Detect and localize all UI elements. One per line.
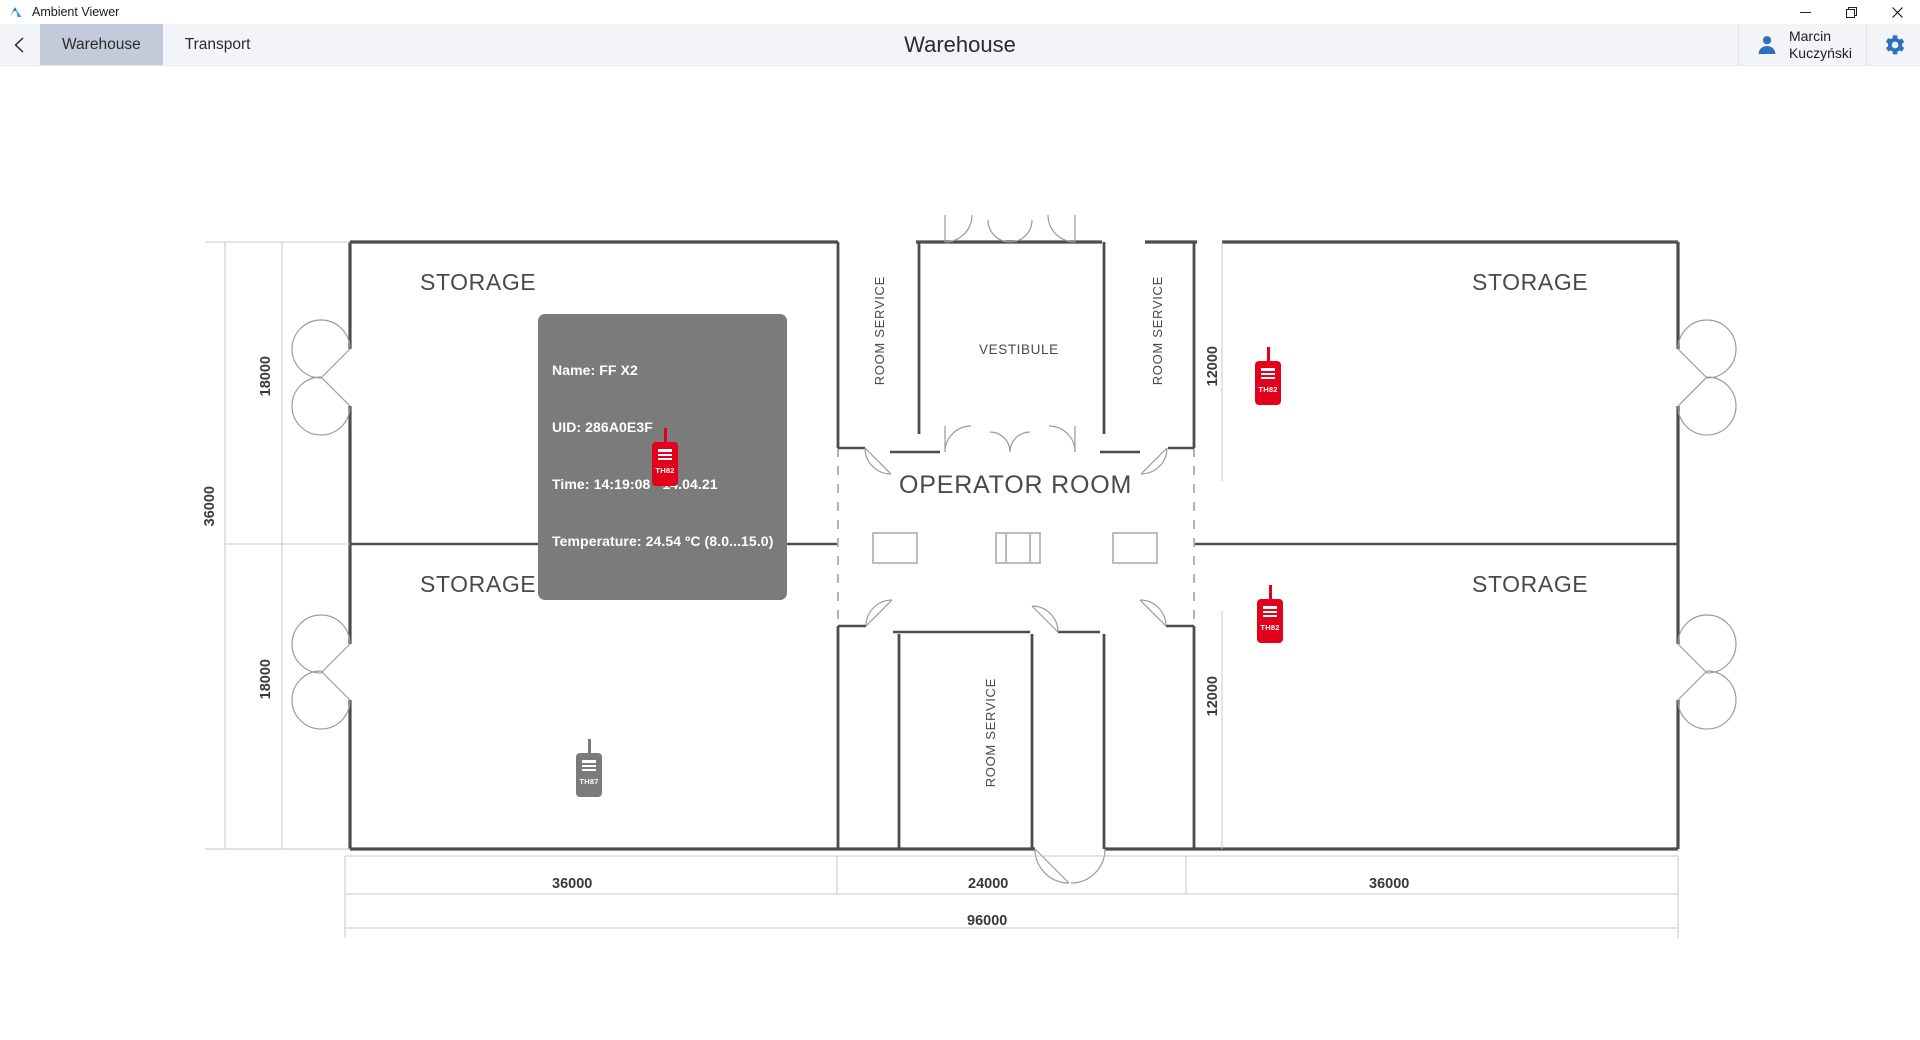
- sensor-marker-bottom-right[interactable]: TH82: [1253, 585, 1287, 643]
- sensor-body-icon: TH82: [1257, 599, 1283, 643]
- sensor-body-icon: TH87: [576, 753, 602, 797]
- sensor-display-icon: [1261, 368, 1275, 379]
- room-label-vestibule: VESTIBULE: [979, 342, 1059, 357]
- maximize-button[interactable]: [1828, 0, 1874, 24]
- sensor-tag-label: TH82: [1260, 623, 1280, 632]
- dimension-right-top: 12000: [1205, 346, 1221, 387]
- room-label-storage-bottom-right: STORAGE: [1472, 571, 1589, 597]
- tab-warehouse[interactable]: Warehouse: [40, 24, 163, 65]
- sensor-body-icon: TH82: [1255, 361, 1281, 405]
- room-label-storage-bottom-left: STORAGE: [420, 571, 537, 597]
- sensor-marker-bottom-left[interactable]: TH87: [572, 739, 606, 797]
- sensor-tag-label: TH82: [1258, 385, 1278, 394]
- dimension-bottom-right: 36000: [1369, 876, 1410, 892]
- room-label-room-service-top-right: ROOM SERVICE: [1150, 276, 1165, 386]
- ambient-logo-icon: [8, 4, 24, 20]
- page-title: Warehouse: [904, 31, 1016, 57]
- dimension-bottom-left: 36000: [552, 876, 593, 892]
- tab-warehouse-label: Warehouse: [62, 35, 141, 53]
- user-account[interactable]: Marcin Kuczyński: [1737, 24, 1866, 65]
- window-controls: [1782, 0, 1920, 24]
- dimension-left-bottom: 18000: [258, 659, 274, 700]
- room-label-operator-room: OPERATOR ROOM: [899, 471, 1133, 499]
- tooltip-temperature: Temperature: 24.54 ºC (8.0...15.0): [552, 533, 774, 549]
- dimension-bottom-center: 24000: [968, 876, 1009, 892]
- dimension-left-top: 18000: [258, 356, 274, 397]
- tab-transport-label: Transport: [184, 35, 251, 53]
- sensor-display-icon: [658, 449, 672, 460]
- window-titlebar: Ambient Viewer: [0, 0, 1920, 24]
- back-button[interactable]: [0, 24, 40, 65]
- room-label-storage-top-right: STORAGE: [1472, 269, 1589, 295]
- dimension-bottom-total: 96000: [967, 913, 1008, 929]
- dimension-left-total: 36000: [202, 486, 218, 527]
- sensor-marker-top-right[interactable]: TH82: [1251, 347, 1285, 405]
- user-name-label: Marcin Kuczyński: [1788, 27, 1852, 61]
- room-label-storage-top-left: STORAGE: [420, 269, 537, 295]
- floorplan-drawing: [205, 214, 1737, 938]
- room-label-room-service-bottom: ROOM SERVICE: [983, 678, 998, 788]
- app-header: Warehouse Transport Warehouse Marcin Kuc…: [0, 24, 1920, 66]
- sensor-body-icon: TH82: [652, 442, 678, 486]
- sensor-display-icon: [582, 760, 596, 771]
- floorplan-canvas[interactable]: STORAGE STORAGE STORAGE STORAGE OPERATOR…: [0, 66, 1920, 1040]
- tab-transport[interactable]: Transport: [163, 24, 273, 65]
- tooltip-name: Name: FF X2: [552, 362, 638, 378]
- gear-icon[interactable]: [1866, 24, 1920, 65]
- close-button[interactable]: [1874, 0, 1920, 24]
- sensor-tag-label: TH82: [655, 466, 675, 475]
- dimension-right-bottom: 12000: [1205, 676, 1221, 717]
- minimize-button[interactable]: [1782, 0, 1828, 24]
- app-title: Ambient Viewer: [32, 5, 120, 19]
- sensor-marker-ff-x2[interactable]: TH82: [648, 428, 682, 486]
- sensor-display-icon: [1263, 606, 1277, 617]
- sensor-tag-label: TH87: [579, 777, 599, 786]
- room-label-room-service-top-left: ROOM SERVICE: [872, 276, 887, 386]
- user-avatar-icon: [1755, 33, 1779, 57]
